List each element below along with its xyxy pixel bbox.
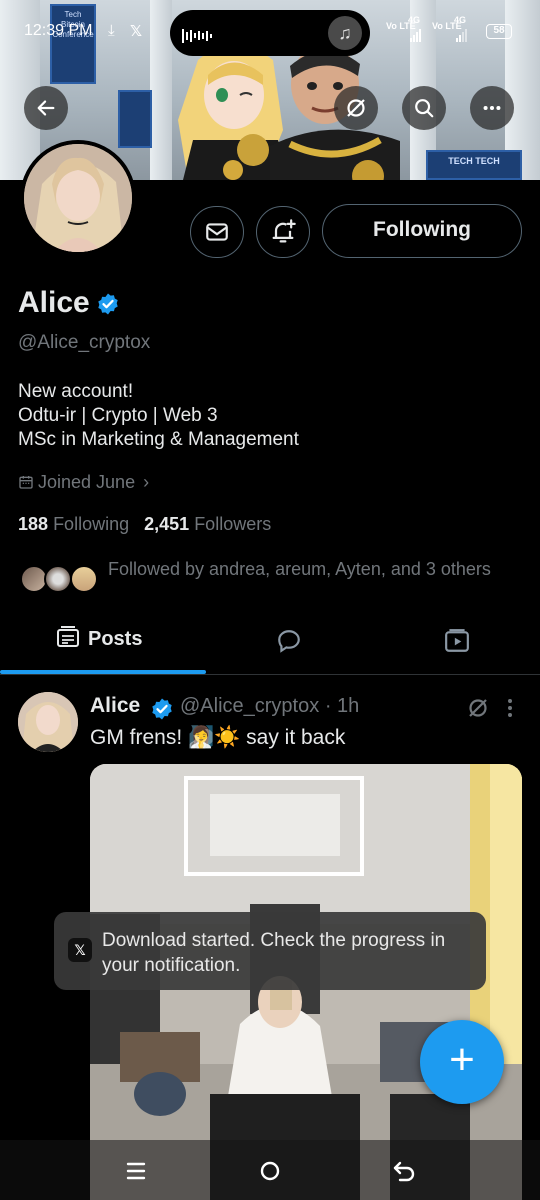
video-media-icon bbox=[445, 629, 469, 652]
compose-post-button[interactable]: + bbox=[420, 1020, 504, 1104]
post-author-name[interactable]: Alice bbox=[90, 694, 140, 718]
signal-icon-1 bbox=[410, 24, 422, 42]
audio-wave-icon bbox=[182, 27, 214, 45]
post-author-handle[interactable]: @Alice_cryptox bbox=[180, 695, 319, 717]
system-navigation-bar bbox=[0, 1140, 540, 1200]
verified-badge-icon[interactable] bbox=[96, 292, 120, 316]
grok-icon bbox=[347, 98, 365, 117]
bell-plus-icon bbox=[272, 219, 296, 243]
message-button[interactable] bbox=[190, 206, 244, 258]
post-time[interactable]: 1h bbox=[337, 695, 359, 717]
tab-replies[interactable] bbox=[276, 628, 302, 659]
home-circle-icon[interactable] bbox=[258, 1159, 282, 1183]
back-button[interactable] bbox=[24, 86, 68, 130]
followers-label: Followers bbox=[194, 514, 272, 534]
profile-bio: New account! Odtu-ir | Crypto | Web 3 MS… bbox=[18, 380, 299, 452]
chevron-right-icon: › bbox=[143, 472, 150, 492]
profile-handle: @Alice_cryptox bbox=[18, 332, 151, 353]
tab-media[interactable] bbox=[443, 628, 471, 659]
download-status-icon: ⤓ bbox=[108, 22, 115, 39]
search-button[interactable] bbox=[402, 86, 446, 130]
music-note-icon[interactable]: ♫ bbox=[328, 16, 362, 50]
notifications-subscribe-button[interactable] bbox=[256, 206, 310, 258]
post-more-button[interactable] bbox=[504, 696, 516, 725]
joined-date[interactable]: Joined June › bbox=[18, 472, 149, 493]
grok-icon bbox=[469, 699, 487, 717]
bio-line: New account! bbox=[18, 381, 134, 402]
following-label: Following bbox=[53, 514, 130, 534]
more-vertical-icon bbox=[508, 699, 512, 717]
status-time: 12:39 PM bbox=[24, 22, 93, 39]
battery-icon: 58 bbox=[486, 24, 512, 39]
follower-avatar bbox=[44, 565, 72, 593]
search-icon bbox=[415, 98, 434, 118]
tab-posts-label: Posts bbox=[88, 628, 143, 650]
reply-bubble-icon bbox=[278, 630, 300, 653]
profile-name: Alice bbox=[18, 286, 120, 320]
post-verified-badge-icon[interactable] bbox=[150, 697, 174, 721]
x-app-icon: 𝕏 bbox=[68, 938, 92, 962]
follower-avatar bbox=[70, 565, 98, 593]
post-author-avatar[interactable] bbox=[18, 692, 78, 752]
follow-counts: 188 Following 2,451 Followers bbox=[18, 514, 271, 535]
following-button[interactable]: Following bbox=[322, 204, 522, 258]
bio-line: MSc in Marketing & Management bbox=[18, 429, 299, 450]
back-nav-icon[interactable] bbox=[392, 1159, 418, 1183]
dynamic-island[interactable]: ♫ bbox=[170, 10, 370, 56]
signal-icon-2 bbox=[456, 24, 468, 42]
calendar-icon bbox=[19, 476, 33, 489]
status-bar: 12:39 PM ⤓ 𝕏 ♫ Vo LTE 4G Vo LTE 4G 58 bbox=[0, 0, 540, 62]
tab-posts[interactable]: Posts bbox=[56, 626, 142, 651]
x-logo-status-icon: 𝕏 bbox=[130, 23, 143, 40]
post-meta: @Alice_cryptox · 1h bbox=[180, 695, 359, 718]
grok-button[interactable] bbox=[334, 86, 378, 130]
post-grok-button[interactable] bbox=[466, 696, 490, 725]
toast-text: Download started. Check the progress in … bbox=[102, 930, 446, 976]
avatar-photo bbox=[24, 144, 132, 252]
download-toast: 𝕏 Download started. Check the progress i… bbox=[54, 912, 486, 990]
conference-poster-2 bbox=[118, 90, 152, 148]
post-avatar-photo bbox=[18, 692, 78, 752]
profile-name-text: Alice bbox=[18, 286, 90, 319]
plus-icon: + bbox=[449, 1035, 475, 1084]
more-options-button[interactable] bbox=[470, 86, 514, 130]
bio-line: Odtu-ir | Crypto | Web 3 bbox=[18, 405, 218, 426]
more-horizontal-icon bbox=[483, 105, 501, 110]
post-text: GM frens! 🧖‍♀️☀️ say it back bbox=[90, 726, 346, 749]
tech-sign: TECH TECH bbox=[426, 150, 522, 180]
joined-text: Joined June bbox=[38, 472, 136, 492]
profile-avatar[interactable] bbox=[20, 140, 136, 256]
recent-apps-icon[interactable] bbox=[124, 1160, 148, 1182]
tab-divider bbox=[0, 674, 540, 675]
arrow-left-icon bbox=[37, 100, 55, 116]
following-link[interactable]: 188 Following bbox=[18, 514, 129, 534]
posts-list-icon bbox=[57, 626, 79, 647]
followers-count: 2,451 bbox=[144, 514, 190, 534]
following-count: 188 bbox=[18, 514, 49, 534]
envelope-icon bbox=[206, 223, 228, 241]
post-separator: · bbox=[324, 695, 332, 717]
followers-link[interactable]: 2,451 Followers bbox=[144, 514, 271, 534]
post-author-name-text: Alice bbox=[90, 694, 141, 717]
followed-by-text[interactable]: Followed by andrea, areum, Ayten, and 3 … bbox=[108, 557, 508, 581]
